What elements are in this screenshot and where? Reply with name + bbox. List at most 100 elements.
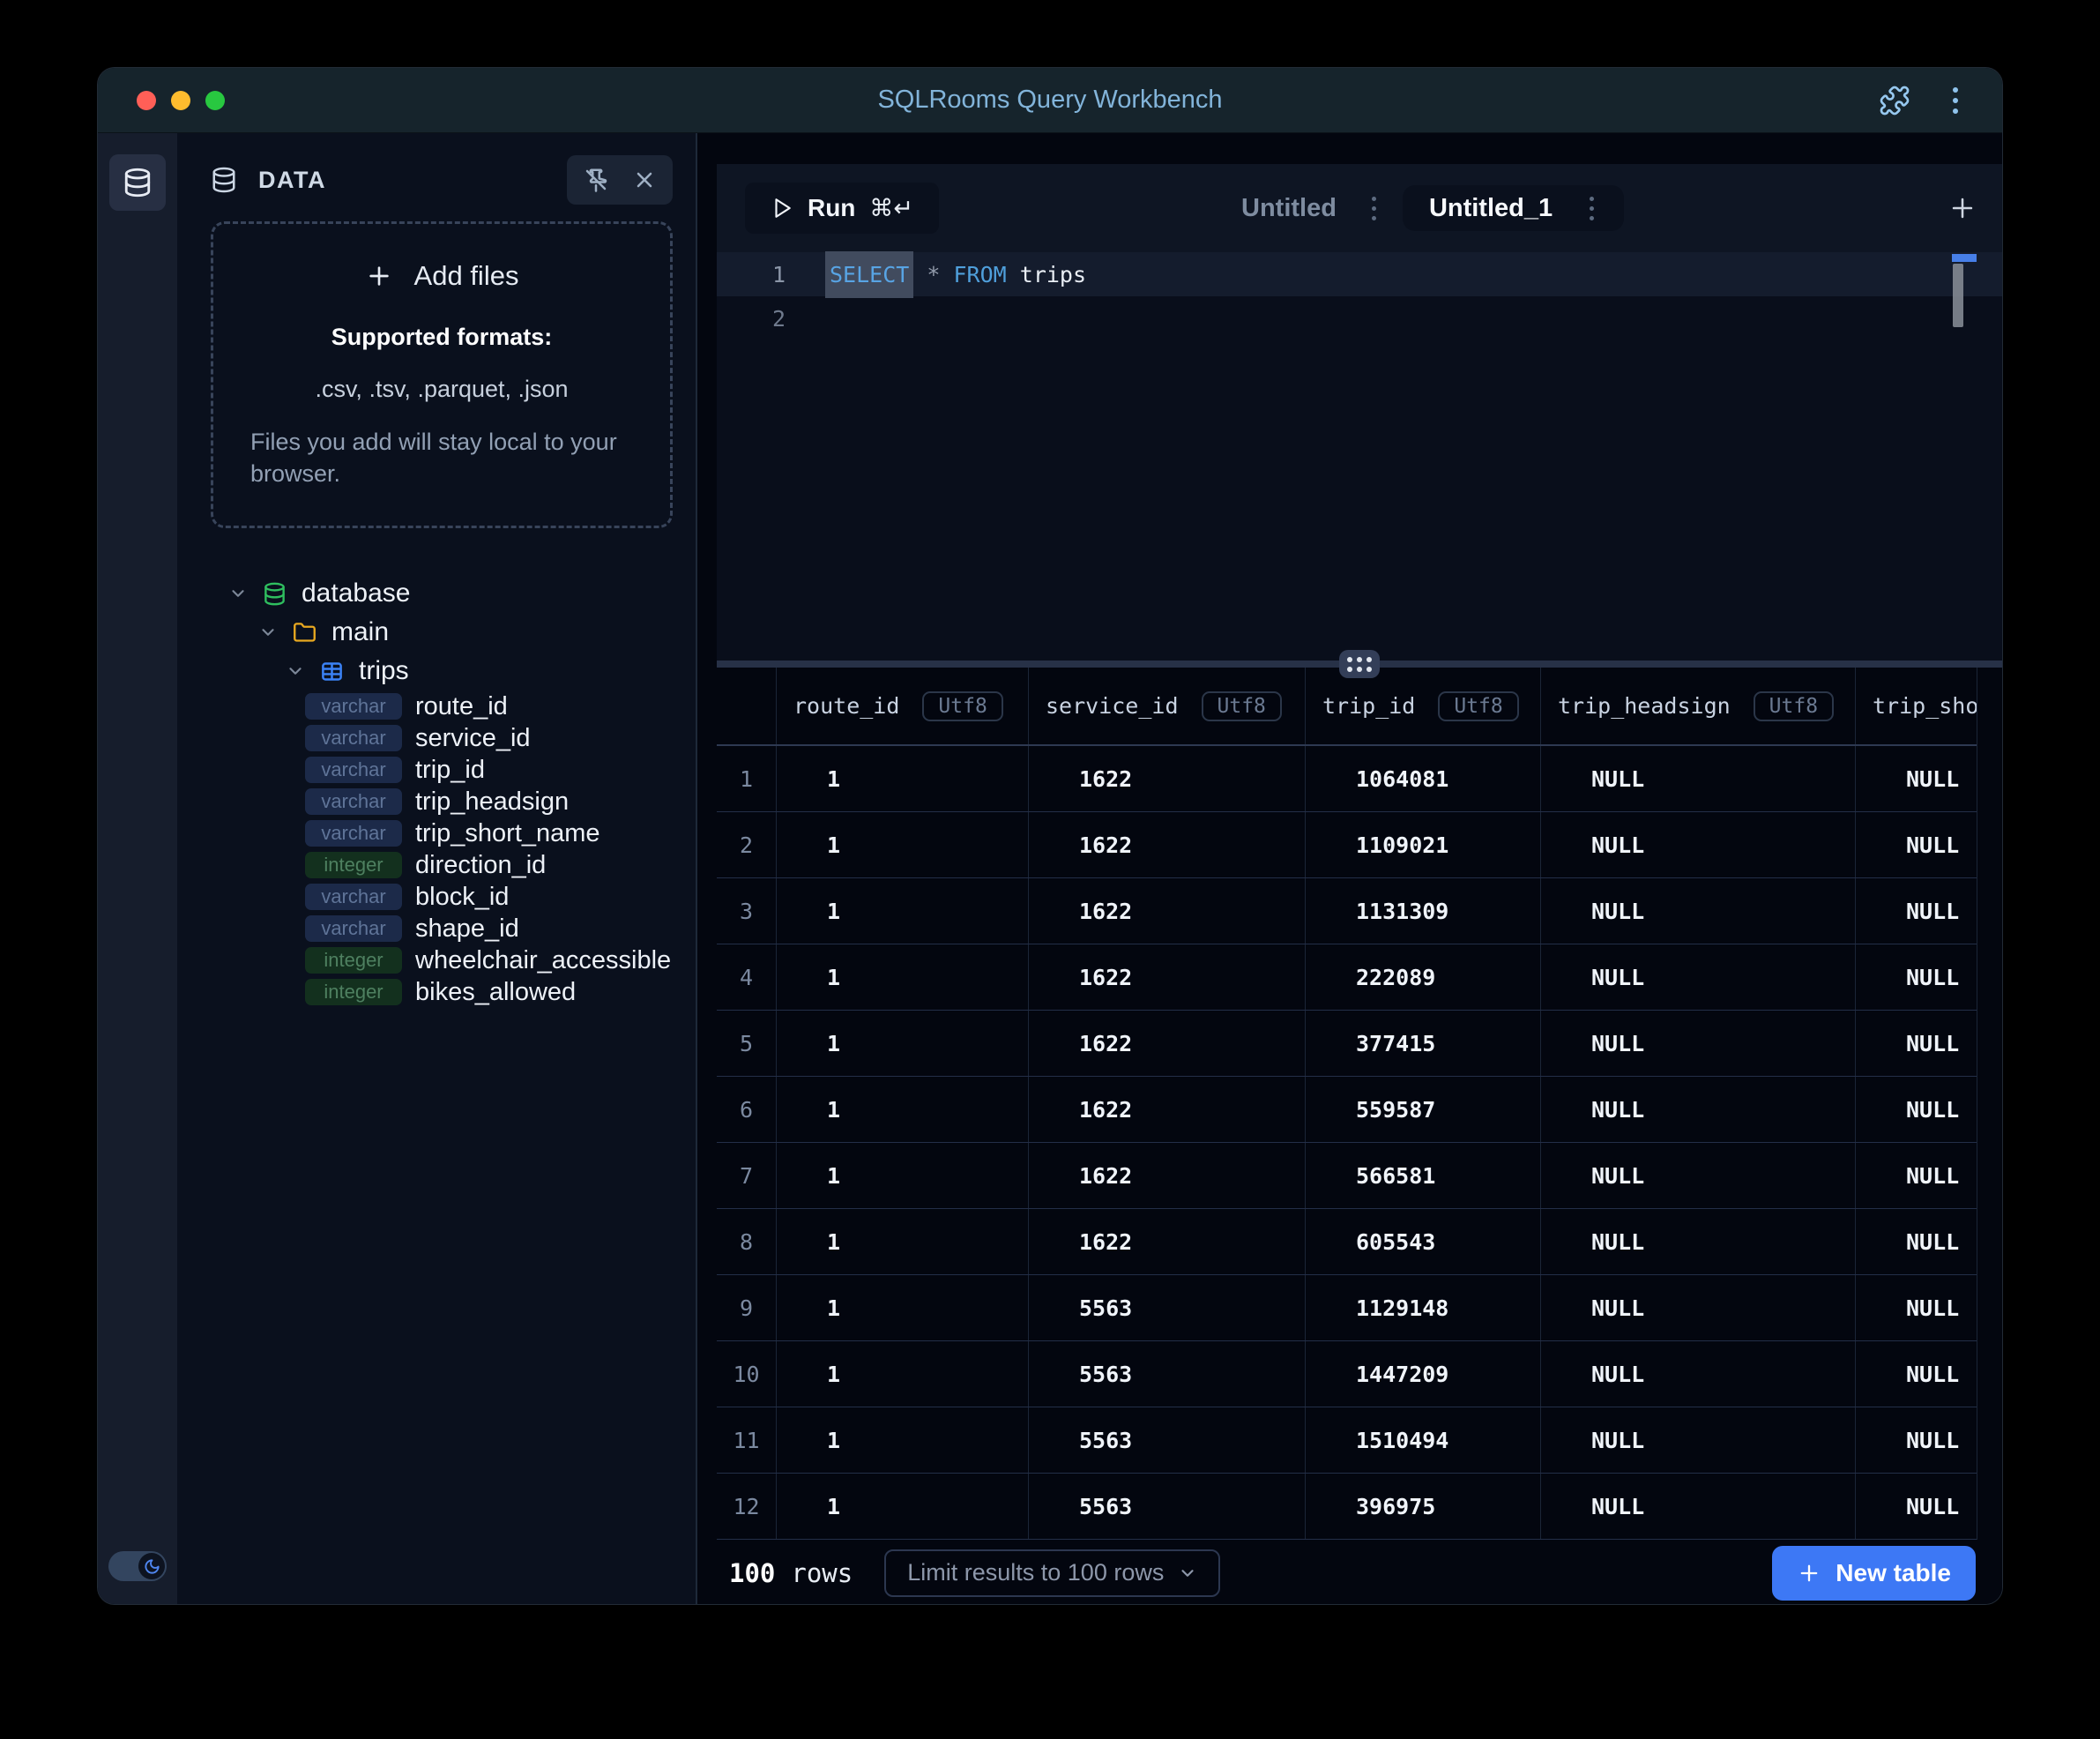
results-table: route_id Utf8 service_id Utf8 trip_id Ut… bbox=[717, 668, 1977, 1540]
sql-star: * bbox=[927, 262, 940, 287]
column-name: service_id bbox=[415, 724, 531, 753]
app-window: SQLRooms Query Workbench bbox=[97, 67, 2003, 1605]
table-cell: NULL bbox=[1856, 1407, 1977, 1473]
table-column-header[interactable]: trip_short_name Utf8 bbox=[1856, 668, 1977, 744]
column-name: route_id bbox=[415, 692, 508, 721]
run-query-button[interactable]: Run ⌘↵ bbox=[745, 183, 939, 234]
row-number-cell: 8 bbox=[717, 1209, 777, 1274]
editor-line[interactable]: 1 SELECT * FROM trips bbox=[717, 252, 2002, 296]
column-name: trip_headsign bbox=[415, 787, 569, 817]
chevron-down-icon[interactable] bbox=[286, 661, 305, 681]
query-tabs: Untitled Untitled_1 bbox=[1241, 164, 1624, 252]
tree-column-item[interactable]: varchar service_id bbox=[177, 722, 696, 754]
table-cell: 1 bbox=[777, 1011, 1029, 1076]
new-tab-button[interactable] bbox=[1947, 193, 1977, 223]
table-cell: 1 bbox=[777, 1143, 1029, 1208]
column-type-badge: integer bbox=[305, 947, 402, 974]
editor-line[interactable]: 2 bbox=[717, 296, 2002, 340]
unpin-panel-button[interactable] bbox=[583, 167, 609, 193]
column-header-name: trip_id bbox=[1322, 693, 1415, 719]
file-dropzone[interactable]: Add files Supported formats: .csv, .tsv,… bbox=[211, 221, 673, 528]
dark-mode-toggle[interactable] bbox=[108, 1551, 167, 1581]
table-icon bbox=[320, 660, 344, 683]
table-cell: NULL bbox=[1541, 746, 1856, 811]
tree-column-item[interactable]: integer wheelchair_accessible bbox=[177, 944, 696, 976]
zoom-window-button[interactable] bbox=[205, 91, 225, 110]
supported-formats-title: Supported formats: bbox=[331, 324, 553, 351]
table-row: 3 1 1622 1131309 NULL NULL bbox=[717, 878, 1977, 944]
new-table-button[interactable]: New table bbox=[1772, 1546, 1976, 1601]
table-cell: 566581 bbox=[1306, 1143, 1541, 1208]
tab-untitled[interactable]: Untitled bbox=[1241, 194, 1337, 223]
table-cell: NULL bbox=[1541, 878, 1856, 944]
row-number-cell: 6 bbox=[717, 1077, 777, 1142]
sql-identifier: trips bbox=[1020, 262, 1086, 287]
tree-column-item[interactable]: varchar trip_id bbox=[177, 754, 696, 786]
tab-untitled-1[interactable]: Untitled_1 bbox=[1403, 185, 1624, 231]
panel-title: DATA bbox=[258, 167, 326, 194]
column-name: trip_short_name bbox=[415, 819, 600, 848]
table-cell: 1064081 bbox=[1306, 746, 1541, 811]
minimize-window-button[interactable] bbox=[171, 91, 190, 110]
icon-rail bbox=[98, 133, 177, 1605]
limit-rows-dropdown[interactable]: Limit results to 100 rows bbox=[884, 1549, 1220, 1597]
tree-item-table-trips[interactable]: trips bbox=[177, 652, 696, 690]
column-header-name: trip_headsign bbox=[1558, 693, 1731, 719]
table-cell: 1129148 bbox=[1306, 1275, 1541, 1340]
table-cell: NULL bbox=[1541, 812, 1856, 877]
column-header-name: service_id bbox=[1046, 693, 1179, 719]
pane-splitter[interactable] bbox=[717, 661, 2002, 668]
table-column-header[interactable]: route_id Utf8 bbox=[777, 668, 1029, 744]
close-window-button[interactable] bbox=[137, 91, 156, 110]
sql-editor[interactable]: 1 SELECT * FROM trips 2 bbox=[717, 252, 2002, 661]
table-row: 2 1 1622 1109021 NULL NULL bbox=[717, 812, 1977, 878]
table-cell: NULL bbox=[1541, 1474, 1856, 1539]
tree-column-item[interactable]: varchar route_id bbox=[177, 690, 696, 722]
tree-item-schema-main[interactable]: main bbox=[177, 613, 696, 652]
table-cell: 1622 bbox=[1029, 1209, 1306, 1274]
data-panel-header: DATA bbox=[211, 154, 673, 205]
tree-column-item[interactable]: varchar trip_short_name bbox=[177, 817, 696, 849]
table-cell: 5563 bbox=[1029, 1474, 1306, 1539]
extension-puzzle-icon[interactable] bbox=[1879, 85, 1910, 116]
tree-column-item[interactable]: varchar shape_id bbox=[177, 913, 696, 944]
chevron-down-icon[interactable] bbox=[228, 584, 248, 603]
table-cell: 559587 bbox=[1306, 1077, 1541, 1142]
tree-item-database[interactable]: database bbox=[177, 574, 696, 613]
tree-column-item[interactable]: integer direction_id bbox=[177, 849, 696, 881]
column-type-badge: varchar bbox=[305, 915, 402, 942]
table-cell: NULL bbox=[1856, 812, 1977, 877]
folder-icon bbox=[293, 621, 316, 645]
code-line: SELECT * FROM trips bbox=[825, 262, 1086, 287]
column-type-badge: varchar bbox=[305, 788, 402, 815]
table-column-header[interactable]: service_id Utf8 bbox=[1029, 668, 1306, 744]
window-menu-kebab-icon[interactable] bbox=[1949, 84, 1962, 117]
row-number-cell: 4 bbox=[717, 944, 777, 1010]
dropzone-note: Files you add will stay local to your br… bbox=[250, 426, 633, 490]
table-cell: 1131309 bbox=[1306, 878, 1541, 944]
table-cell: NULL bbox=[1541, 944, 1856, 1010]
table-column-header[interactable]: trip_headsign Utf8 bbox=[1541, 668, 1856, 744]
tab-menu-kebab-icon[interactable] bbox=[1586, 193, 1597, 224]
tab-label: Untitled_1 bbox=[1429, 194, 1553, 223]
tab-menu-kebab-icon[interactable] bbox=[1368, 193, 1380, 224]
line-number: 1 bbox=[717, 262, 786, 287]
tree-column-item[interactable]: varchar trip_headsign bbox=[177, 786, 696, 817]
pin-off-icon bbox=[583, 167, 609, 193]
tree-column-item[interactable]: varchar block_id bbox=[177, 881, 696, 913]
table-row: 8 1 1622 605543 NULL NULL bbox=[717, 1209, 1977, 1275]
table-row: 1 1 1622 1064081 NULL NULL bbox=[717, 746, 1977, 812]
chevron-down-icon[interactable] bbox=[258, 623, 278, 642]
table-cell: 1 bbox=[777, 1341, 1029, 1407]
editor-scrollbar-thumb[interactable] bbox=[1953, 264, 1963, 327]
tree-columns: varchar route_id varchar service_id varc… bbox=[177, 690, 696, 1008]
data-panel-rail-button[interactable] bbox=[109, 154, 166, 211]
chevron-down-icon bbox=[1178, 1564, 1197, 1583]
database-icon bbox=[123, 168, 153, 198]
column-header-type-badge: Utf8 bbox=[1438, 691, 1518, 721]
table-column-header[interactable]: trip_id Utf8 bbox=[1306, 668, 1541, 744]
close-panel-button[interactable] bbox=[632, 168, 657, 192]
table-cell: NULL bbox=[1541, 1143, 1856, 1208]
add-files-action[interactable]: Add files bbox=[365, 260, 519, 292]
tree-column-item[interactable]: integer bikes_allowed bbox=[177, 976, 696, 1008]
